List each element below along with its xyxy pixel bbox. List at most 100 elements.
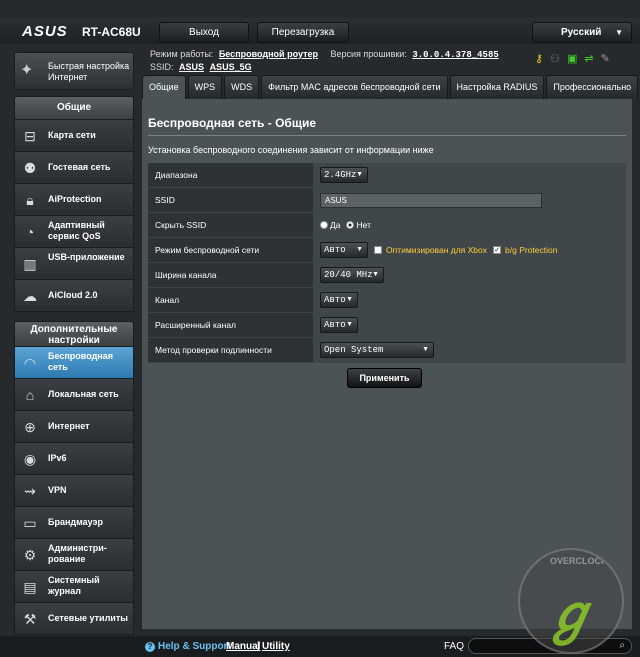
tab-mac-filter[interactable]: Фильтр MAC адресов беспроводной сети <box>261 75 448 99</box>
auth-method-value: Open System <box>324 345 384 355</box>
ssid-link-1[interactable]: ASUS <box>179 62 204 72</box>
hide-ssid-yes-radio[interactable] <box>320 221 328 229</box>
ext-channel-value: Авто <box>324 320 346 330</box>
channel-width-select[interactable]: 20/40 MHz ▼ <box>320 267 384 283</box>
key-icon[interactable]: ⚷ <box>535 52 543 65</box>
band-value: 2.4GHz <box>324 170 357 180</box>
sidebar-item-label: Беспроводная сеть <box>48 351 113 372</box>
manual-link[interactable]: Manual <box>226 641 260 652</box>
tab-bar: Общие WPS WDS Фильтр MAC адресов беспров… <box>142 75 639 99</box>
hint-icon[interactable]: ✎ <box>601 52 610 65</box>
tab-wds[interactable]: WDS <box>224 75 260 99</box>
sidebar-item-label: Сетевые утилиты <box>48 613 128 623</box>
form-row: Расширенный канал Авто ▼ <box>148 313 626 338</box>
bg-protection-checkbox[interactable]: ✓ <box>493 246 502 254</box>
tab-professional[interactable]: Профессионально <box>546 75 639 99</box>
form-row: Режим беспроводной сети Авто ▼ Оптимизиро… <box>148 238 626 263</box>
globe-icon: ⊕ <box>24 419 36 435</box>
network-map-icon: ⊟ <box>24 128 36 144</box>
sidebar-item-label: Гостевая сеть <box>48 162 111 172</box>
xbox-label: Оптимизирован для Xbox <box>386 245 488 255</box>
status-info: Режим работы: Беспроводной роутер Версия… <box>150 48 499 73</box>
sidebar-item-lan[interactable]: ⌂ Локальная сеть <box>14 379 134 411</box>
ssid-input[interactable]: ASUS <box>320 192 542 208</box>
sidebar-item-aicloud[interactable]: ☁ AiCloud 2.0 <box>14 280 134 312</box>
channel-select[interactable]: Авто ▼ <box>320 292 358 308</box>
bg-protection-label: b/g Protection <box>505 245 558 255</box>
band-select[interactable]: 2.4GHz ▼ <box>320 167 368 183</box>
sidebar-item-vpn[interactable]: ⇝ VPN <box>14 475 134 507</box>
general-section-title: Общие <box>14 96 134 120</box>
form-row: SSID ASUS <box>148 188 626 213</box>
form-row: Метод проверки подлинности Open System ▼ <box>148 338 626 363</box>
chevron-down-icon: ▼ <box>372 271 379 278</box>
language-select[interactable]: Русский ▼ <box>532 22 632 43</box>
ext-channel-select[interactable]: Авто ▼ <box>320 317 358 333</box>
xbox-checkbox[interactable] <box>374 246 382 254</box>
sidebar-item-label: Адаптивный сервис QoS <box>48 220 105 241</box>
auth-method-label: Метод проверки подлинности <box>148 338 314 362</box>
hide-ssid-no-radio[interactable] <box>346 221 355 229</box>
sidebar-item-ipv6[interactable]: ◉ IPv6 <box>14 443 134 475</box>
language-value: Русский <box>561 27 602 38</box>
tab-general[interactable]: Общие <box>142 75 186 99</box>
usb-status-icon[interactable]: ⇌ <box>584 52 593 65</box>
usb-icon: ▥ <box>23 256 37 272</box>
apply-button[interactable]: Применить <box>347 368 422 388</box>
settings-form: Диапазона 2.4GHz ▼ SSID ASUS Скрыть SSID … <box>148 163 626 363</box>
sidebar-item-network-map[interactable]: ⊟ Карта сети <box>14 120 134 152</box>
ssid-field-label: SSID <box>148 188 314 212</box>
mode-label: Режим работы: <box>150 49 214 59</box>
question-icon: ? <box>145 642 155 652</box>
guest-network-icon: ⚉ <box>23 160 37 176</box>
auth-method-select[interactable]: Open System ▼ <box>320 342 434 358</box>
sidebar-item-label: AiCloud 2.0 <box>48 290 98 300</box>
hide-ssid-yes-label: Да <box>330 220 341 230</box>
help-support-link[interactable]: ? Help & Support <box>145 641 231 652</box>
quick-setup-button[interactable]: ✦ Быстрая настройка Интернет <box>14 52 134 90</box>
ssid-link-2[interactable]: ASUS_5G <box>210 62 252 72</box>
tab-radius[interactable]: Настройка RADIUS <box>449 75 545 99</box>
sidebar-item-network-tools[interactable]: ⚒ Сетевые утилиты <box>14 603 134 635</box>
printer-icon[interactable]: ▣ <box>567 52 577 65</box>
faq-label: FAQ <box>444 641 465 652</box>
sidebar-item-label: VPN <box>48 485 67 495</box>
firmware-label: Версия прошивки: <box>330 49 407 59</box>
chevron-down-icon: ▼ <box>356 246 363 253</box>
sidebar-item-label: AiProtection <box>48 194 102 204</box>
sidebar-item-wireless[interactable]: ◠ Беспроводная сеть <box>14 347 134 379</box>
sidebar-item-usb[interactable]: ▥ USB-приложение <box>14 248 134 280</box>
sidebar: Общие ⊟ Карта сети ⚉ Гостевая сеть 🔒︎ AiPro… <box>14 96 134 635</box>
sidebar-item-qos[interactable]: ◔ Адаптивный сервис QoS <box>14 216 134 248</box>
vpn-icon: ⇝ <box>24 483 36 499</box>
mode-value-link[interactable]: Беспроводной роутер <box>219 49 318 59</box>
sidebar-item-guest-network[interactable]: ⚉ Гостевая сеть <box>14 152 134 184</box>
search-icon[interactable]: ⌕ <box>619 640 625 651</box>
chevron-down-icon: ▼ <box>346 296 353 303</box>
logout-button[interactable]: Выход <box>159 22 249 43</box>
wireless-mode-select[interactable]: Авто ▼ <box>320 242 368 258</box>
quick-setup-label: Быстрая настройка Интернет <box>48 61 130 82</box>
cloud-icon: ☁ <box>23 288 37 304</box>
utility-link[interactable]: Utility <box>262 641 290 652</box>
sidebar-item-aiprotection[interactable]: 🔒︎ AiProtection <box>14 184 134 216</box>
magic-wand-icon: ✦ <box>20 62 34 79</box>
channel-width-value: 20/40 MHz <box>324 270 373 280</box>
reboot-button[interactable]: Перезагрузка <box>257 22 349 43</box>
tab-wps[interactable]: WPS <box>187 75 223 99</box>
sidebar-item-internet[interactable]: ⊕ Интернет <box>14 411 134 443</box>
admin-icon: ⚙ <box>23 547 37 563</box>
sidebar-item-administration[interactable]: ⚙ Администри-рование <box>14 539 134 571</box>
users-icon[interactable]: ⚇ <box>550 52 560 65</box>
firmware-value-link[interactable]: 3.0.0.4.378_4585 <box>412 50 498 60</box>
wireless-mode-value: Авто <box>324 245 346 255</box>
lock-icon: 🔒︎ <box>26 192 34 208</box>
sidebar-item-label: USB-приложение <box>48 252 125 262</box>
page-description: Установка беспроводного соединения завис… <box>148 145 434 155</box>
sidebar-item-system-log[interactable]: ▤ Системный журнал <box>14 571 134 603</box>
channel-value: Авто <box>324 295 346 305</box>
form-row: Ширина канала 20/40 MHz ▼ <box>148 263 626 288</box>
sidebar-item-firewall[interactable]: ▭ Брандмауэр <box>14 507 134 539</box>
watermark-text: OVERCLOCKERS <box>550 556 624 566</box>
status-icons: ⚷ ⚇ ▣ ⇌ ✎ <box>535 52 610 65</box>
